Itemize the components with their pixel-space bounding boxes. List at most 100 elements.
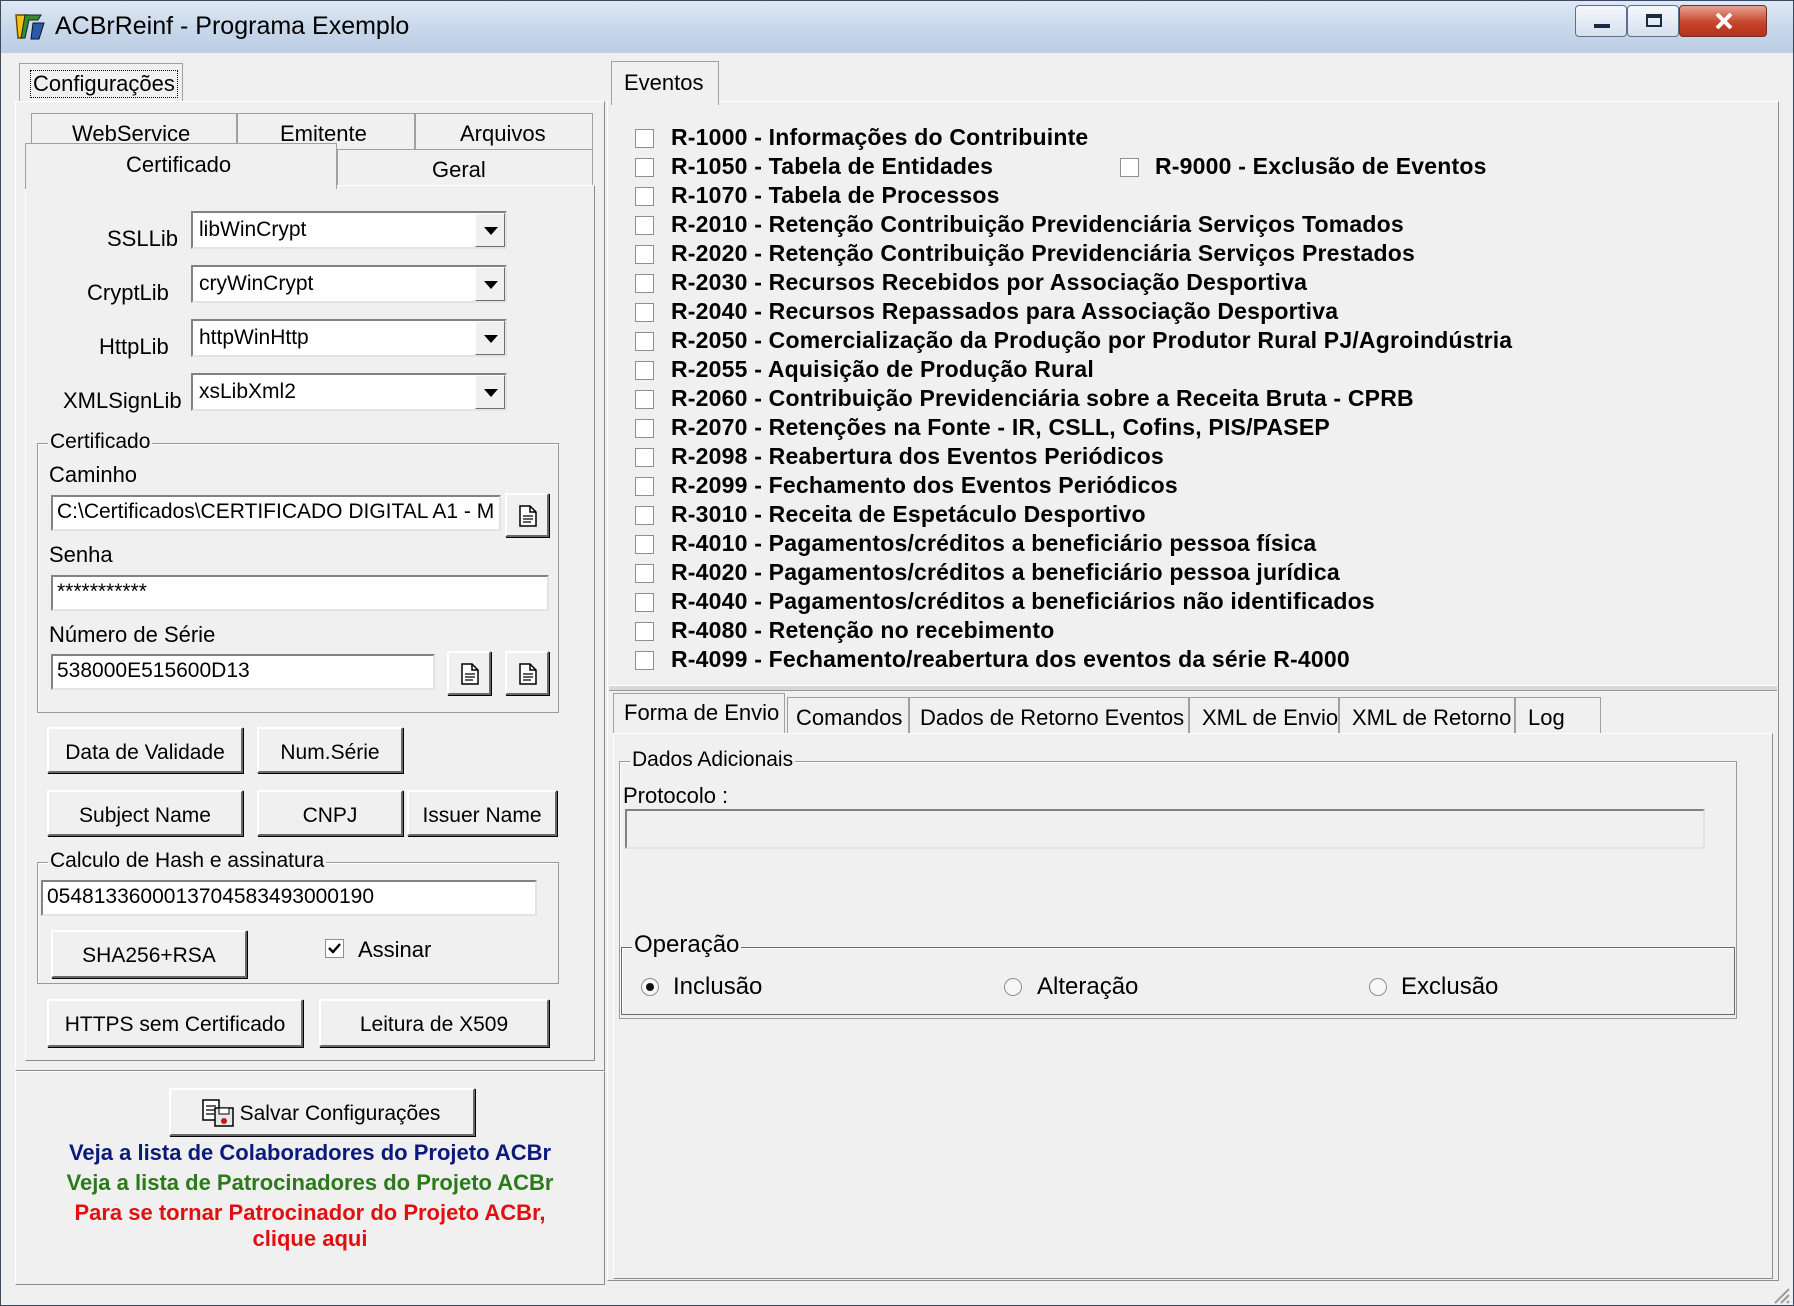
event-checkbox[interactable] bbox=[635, 245, 654, 264]
sha256-rsa-button[interactable]: SHA256+RSA bbox=[51, 930, 247, 978]
tab-comandos[interactable]: Comandos bbox=[787, 697, 909, 733]
event-checkbox[interactable] bbox=[635, 274, 654, 293]
cnpj-button[interactable]: CNPJ bbox=[257, 790, 403, 836]
subtab-arquivos[interactable]: Arquivos bbox=[415, 113, 593, 149]
data-validade-button[interactable]: Data de Validade bbox=[47, 727, 243, 773]
event-label: R-2099 - Fechamento dos Eventos Periódic… bbox=[671, 472, 1178, 498]
xmlsignlib-select[interactable]: xsLibXml2 bbox=[191, 373, 507, 411]
maximize-button[interactable] bbox=[1627, 5, 1679, 37]
assinar-checkbox[interactable] bbox=[325, 939, 344, 958]
senha-input[interactable]: *********** bbox=[51, 575, 549, 611]
colaboradores-link[interactable]: Veja a lista de Colaboradores do Projeto… bbox=[17, 1140, 603, 1166]
tab-xml-retorno-label: XML de Retorno bbox=[1352, 705, 1512, 730]
subtab-geral[interactable]: Geral bbox=[337, 149, 593, 185]
chevron-down-icon[interactable] bbox=[475, 213, 505, 247]
caminho-label: Caminho bbox=[49, 462, 138, 487]
document-icon bbox=[519, 505, 537, 527]
data-validade-label: Data de Validade bbox=[65, 741, 225, 764]
chevron-down-icon[interactable] bbox=[475, 321, 505, 355]
splitter[interactable] bbox=[609, 685, 1777, 691]
numero-serie-input[interactable]: 538000E515600D13 bbox=[51, 654, 435, 690]
chevron-down-icon[interactable] bbox=[475, 375, 505, 409]
event-checkbox[interactable] bbox=[635, 303, 654, 322]
event-checkbox[interactable] bbox=[635, 477, 654, 496]
radio-alteracao[interactable] bbox=[1004, 978, 1022, 996]
subtab-certificado-label: Certificado bbox=[126, 152, 232, 177]
subtab-certificado[interactable]: Certificado bbox=[25, 143, 337, 189]
patrocinadores-link[interactable]: Veja a lista de Patrocinadores do Projet… bbox=[17, 1170, 603, 1196]
browse-cert-button[interactable] bbox=[505, 493, 549, 537]
event-checkbox[interactable] bbox=[635, 129, 654, 148]
tab-xml-envio[interactable]: XML de Envio bbox=[1189, 697, 1339, 733]
radio-exclusao[interactable] bbox=[1369, 978, 1387, 996]
tab-dados-retorno-label: Dados de Retorno Eventos bbox=[920, 705, 1185, 730]
tab-xml-retorno[interactable]: XML de Retorno bbox=[1339, 697, 1515, 733]
protocolo-label: Protocolo : bbox=[623, 783, 729, 808]
tab-forma-de-envio[interactable]: Forma de Envio bbox=[613, 693, 785, 735]
event-label: R-2040 - Recursos Repassados para Associ… bbox=[671, 298, 1339, 324]
leitura-x509-label: Leitura de X509 bbox=[359, 1013, 509, 1036]
issuer-name-button[interactable]: Issuer Name bbox=[407, 790, 557, 836]
assinar-label: Assinar bbox=[358, 937, 432, 962]
serie-lookup-button[interactable] bbox=[447, 651, 491, 695]
tab-eventos-label: Eventos bbox=[624, 70, 704, 95]
event-label: R-4099 - Fechamento/reabertura dos event… bbox=[671, 646, 1350, 672]
event-label: R-2098 - Reabertura dos Eventos Periódic… bbox=[671, 443, 1164, 469]
tab-dados-retorno[interactable]: Dados de Retorno Eventos bbox=[909, 697, 1189, 733]
event-checkbox[interactable] bbox=[635, 506, 654, 525]
event-checkbox[interactable] bbox=[635, 390, 654, 409]
event-checkbox[interactable] bbox=[635, 332, 654, 351]
radio-inclusao[interactable] bbox=[641, 978, 659, 996]
event-checkbox[interactable] bbox=[635, 593, 654, 612]
minimize-icon bbox=[1594, 24, 1610, 28]
event-label: R-2060 - Contribuição Previdenciária sob… bbox=[671, 385, 1414, 411]
ssllib-select[interactable]: libWinCrypt bbox=[191, 211, 507, 249]
event-checkbox[interactable] bbox=[635, 651, 654, 670]
document-icon bbox=[519, 663, 537, 685]
inclusao-label: Inclusão bbox=[673, 973, 763, 1000]
https-sem-certificado-button[interactable]: HTTPS sem Certificado bbox=[47, 999, 303, 1047]
clique-aqui-link[interactable]: clique aqui bbox=[17, 1226, 603, 1252]
event-label: R-4020 - Pagamentos/créditos a beneficiá… bbox=[671, 559, 1340, 585]
httplib-label: HttpLib bbox=[99, 334, 169, 359]
event-checkbox[interactable] bbox=[635, 158, 654, 177]
event-checkbox[interactable] bbox=[635, 535, 654, 554]
document-icon bbox=[461, 663, 479, 685]
operacao-title: Operação bbox=[632, 931, 742, 959]
app-window: ACBrReinf - Programa Exemplo Configuraçõ… bbox=[0, 0, 1794, 1306]
subtab-arquivos-label: Arquivos bbox=[460, 121, 546, 146]
event-checkbox[interactable] bbox=[635, 187, 654, 206]
event-checkbox[interactable] bbox=[635, 419, 654, 438]
httplib-select[interactable]: httpWinHttp bbox=[191, 319, 507, 357]
exclusao-label: Exclusão bbox=[1401, 973, 1499, 1000]
cnpj-label: CNPJ bbox=[302, 804, 358, 827]
resize-grip-icon[interactable] bbox=[1771, 1285, 1791, 1305]
cryptlib-select[interactable]: cryWinCrypt bbox=[191, 265, 507, 303]
leitura-x509-button[interactable]: Leitura de X509 bbox=[319, 999, 549, 1047]
tab-eventos[interactable]: Eventos bbox=[611, 61, 719, 105]
salvar-configuracoes-label: Salvar Configurações bbox=[239, 1102, 441, 1125]
event-checkbox[interactable] bbox=[635, 216, 654, 235]
minimize-button[interactable] bbox=[1575, 5, 1627, 37]
event-label: R-2010 - Retenção Contribuição Previdenc… bbox=[671, 211, 1404, 237]
tornar-patrocinador-link[interactable]: Para se tornar Patrocinador do Projeto A… bbox=[17, 1200, 603, 1226]
tab-log[interactable]: Log bbox=[1515, 697, 1601, 733]
num-serie-button[interactable]: Num.Série bbox=[257, 727, 403, 773]
tab-configuracoes[interactable]: Configurações bbox=[19, 63, 183, 103]
subtab-geral-label: Geral bbox=[432, 157, 486, 182]
serie-browse-button[interactable] bbox=[505, 651, 549, 695]
caminho-input[interactable]: C:\Certificados\CERTIFICADO DIGITAL A1 -… bbox=[51, 495, 501, 531]
tab-log-label: Log bbox=[1528, 705, 1565, 730]
event-checkbox[interactable] bbox=[635, 564, 654, 583]
event-label: R-2070 - Retenções na Fonte - IR, CSLL, … bbox=[671, 414, 1330, 440]
event-checkbox[interactable] bbox=[635, 622, 654, 641]
hash-input[interactable]: 05481336000137045834930001​90 bbox=[41, 880, 537, 916]
subject-name-button[interactable]: Subject Name bbox=[47, 790, 243, 836]
event-9000-checkbox[interactable] bbox=[1120, 158, 1139, 177]
event-checkbox[interactable] bbox=[635, 361, 654, 380]
salvar-configuracoes-button[interactable]: Salvar Configurações bbox=[169, 1088, 475, 1136]
close-button[interactable] bbox=[1679, 5, 1767, 37]
protocolo-input[interactable] bbox=[625, 809, 1705, 849]
chevron-down-icon[interactable] bbox=[475, 267, 505, 301]
event-checkbox[interactable] bbox=[635, 448, 654, 467]
